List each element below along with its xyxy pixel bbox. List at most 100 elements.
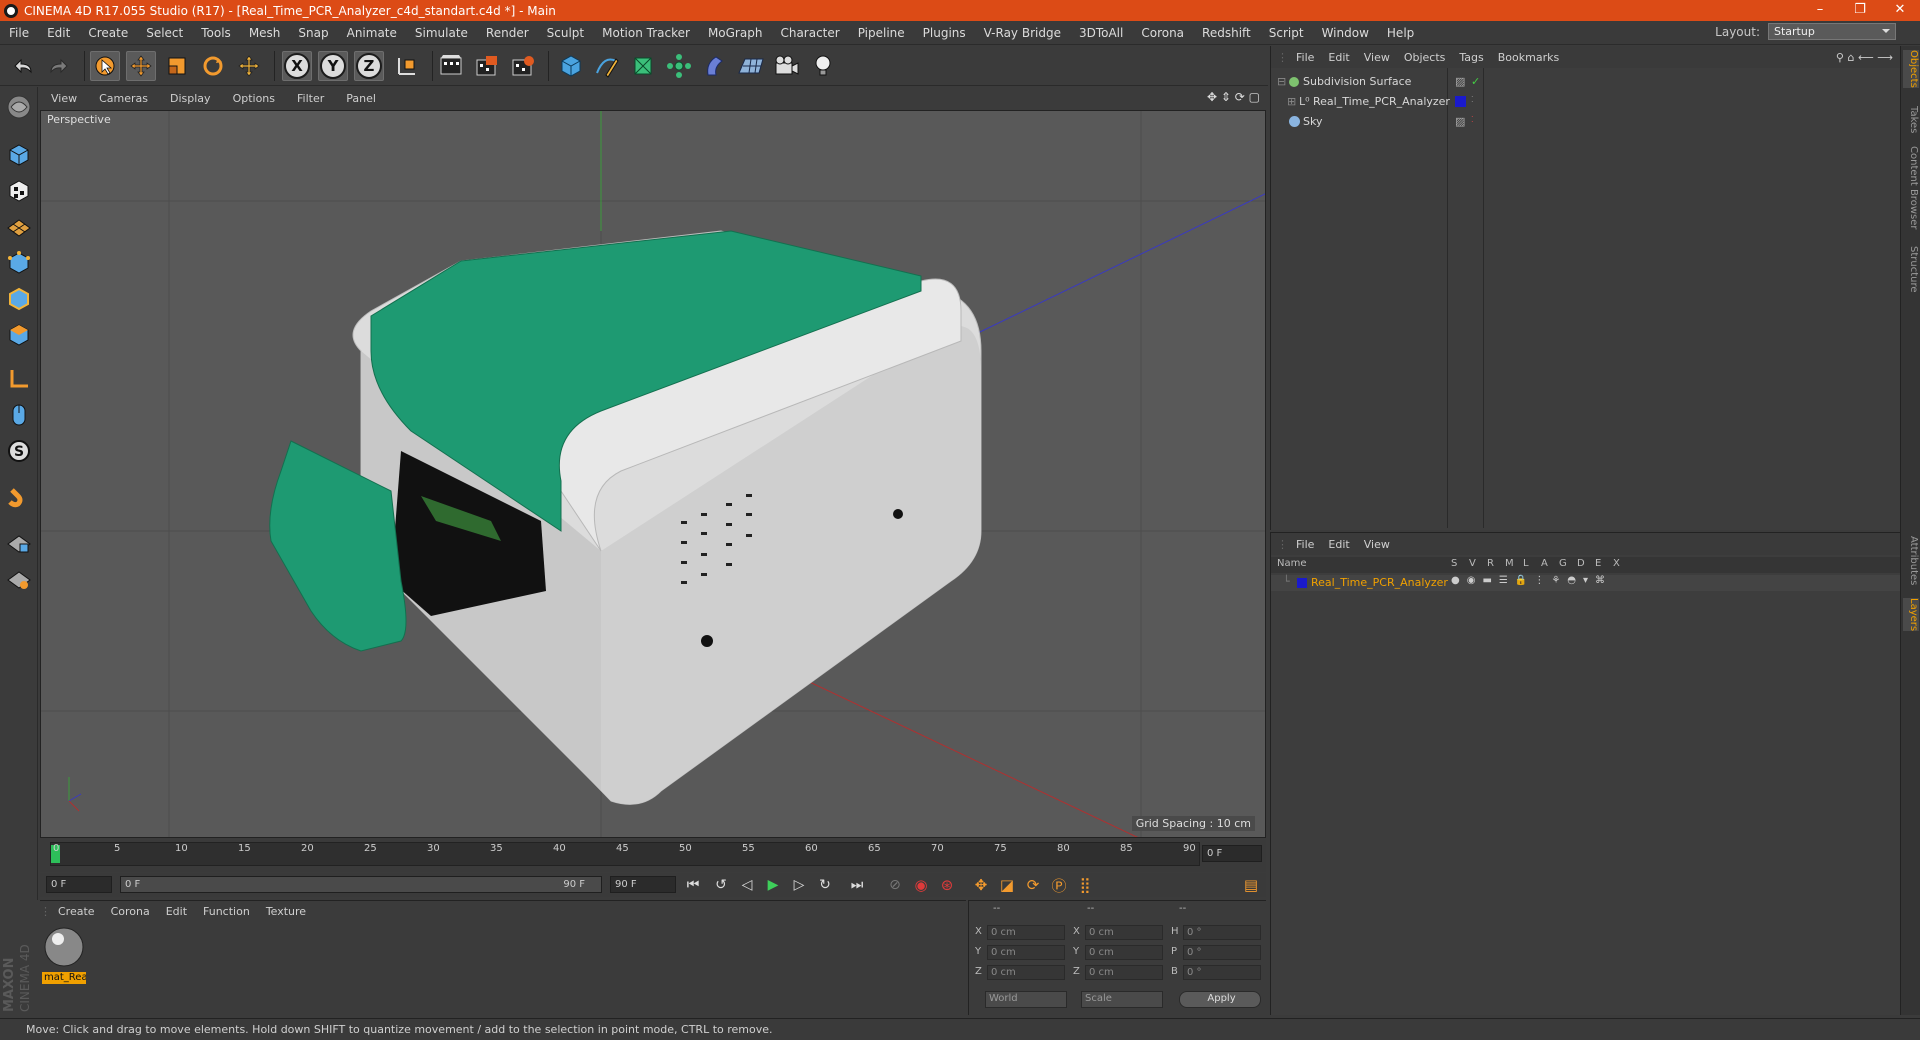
menu-help[interactable]: Help [1378,26,1423,40]
y-axis-lock-button[interactable]: Y [318,51,348,81]
tab-objects[interactable]: Objects [1903,50,1919,88]
layer-col-animation[interactable]: A [1541,558,1548,569]
menu-render[interactable]: Render [477,26,538,40]
redo-icon[interactable] [44,51,74,81]
restore-button[interactable]: ❐ [1840,0,1880,21]
snap-icon[interactable]: S [3,435,35,467]
key-parameter-icon[interactable]: Ⓟ [1048,875,1070,895]
render-picture-viewer-icon[interactable] [472,51,502,81]
size-y-field[interactable]: 0 cm [1085,945,1163,960]
record-keys-icon[interactable]: ◉ [910,875,932,895]
step-back-icon[interactable]: ◁ [736,875,758,895]
close-button[interactable]: ✕ [1880,0,1920,21]
layer-color-swatch[interactable] [1297,578,1307,588]
render-settings-icon[interactable] [508,51,538,81]
scale-tool-icon[interactable] [162,51,192,81]
go-to-end-icon[interactable]: ⏭ [846,875,868,895]
key-scale-icon[interactable]: ◪ [996,875,1018,895]
enabled-check-icon[interactable]: ✓ [1471,75,1480,88]
obj-menu-objects[interactable]: Objects [1397,51,1453,64]
obj-menu-edit[interactable]: Edit [1321,51,1356,64]
array-mograph-icon[interactable] [664,51,694,81]
layout-dropdown[interactable]: Startup [1768,23,1896,40]
edges-mode-icon[interactable] [3,283,35,315]
visibility-dots-icon[interactable]: ⁚ [1471,95,1474,104]
x-axis-lock-button[interactable]: X [282,51,312,81]
layer-col-solo[interactable]: S [1451,558,1457,569]
menu-mograph[interactable]: MoGraph [699,26,772,40]
menu-mesh[interactable]: Mesh [240,26,290,40]
floor-grid-icon[interactable] [736,51,766,81]
workplane-mode-icon[interactable] [3,209,35,241]
next-key-icon[interactable]: ↻ [814,875,836,895]
material-menu-create[interactable]: Create [50,905,103,918]
material-menu-corona[interactable]: Corona [103,905,158,918]
texture-mode-icon[interactable] [3,175,35,207]
planar-workplane-icon[interactable] [3,563,35,595]
magnet-icon[interactable] [3,481,35,513]
obj-manager-nav-icons[interactable]: ⚲ ⌂ ⟵ ⟶ [1836,51,1893,64]
menu-vray-bridge[interactable]: V-Ray Bridge [975,26,1070,40]
visibility-toggle-icon[interactable]: ▨ [1455,115,1465,128]
menu-window[interactable]: Window [1313,26,1378,40]
points-mode-icon[interactable] [3,247,35,279]
light-object-icon[interactable] [808,51,838,81]
axis-mode-icon[interactable] [3,363,35,395]
3d-viewport[interactable]: Perspective Grid Spacing : 10 cm [40,110,1266,838]
render-view-icon[interactable] [436,51,466,81]
tab-layers[interactable]: Layers [1903,598,1919,632]
spline-pen-icon[interactable] [592,51,622,81]
layer-col-view[interactable]: V [1469,558,1476,569]
tab-attributes[interactable]: Attributes [1903,536,1919,585]
layer-row[interactable]: └ Real_Time_PCR_Analyzer ●◉▬☰🔒⋮⚘◓▾⌘ [1271,575,1901,591]
obj-menu-tags[interactable]: Tags [1452,51,1490,64]
size-z-field[interactable]: 0 cm [1085,965,1163,980]
material-menu-function[interactable]: Function [195,905,258,918]
key-pla-icon[interactable]: ⣿ [1074,875,1096,895]
model-mode-icon[interactable] [3,139,35,171]
deformer-bend-icon[interactable] [700,51,730,81]
viewport-menu-cameras[interactable]: Cameras [88,92,159,105]
make-editable-icon[interactable] [3,91,35,123]
menu-snap[interactable]: Snap [289,26,337,40]
layer-col-deformers[interactable]: D [1577,558,1585,569]
locked-workplane-icon[interactable] [3,527,35,559]
layer-col-manager[interactable]: M [1505,558,1514,569]
record-disabled-icon[interactable]: ⊘ [884,875,906,895]
apply-button[interactable]: Apply [1179,991,1261,1008]
viewport-menu-filter[interactable]: Filter [286,92,335,105]
coordinate-system-icon[interactable] [392,51,422,81]
layer-col-render[interactable]: R [1487,558,1494,569]
menu-sculpt[interactable]: Sculpt [538,26,593,40]
select-arrow-icon[interactable] [90,51,120,81]
viewport-nav-icons[interactable]: ✥ ⇕ ⟳ ▢ [1207,90,1260,104]
menu-create[interactable]: Create [79,26,137,40]
start-frame-field[interactable]: 0 F [46,876,112,893]
camera-object-icon[interactable] [772,51,802,81]
object-row[interactable]: ⊞ L⁰ Real_Time_PCR_Analyzer ⁚ [1271,92,1901,112]
menu-motion-tracker[interactable]: Motion Tracker [593,26,699,40]
layer-toggle-icons[interactable]: ●◉▬☰🔒⋮⚘◓▾⌘ [1451,575,1612,586]
frame-range-slider[interactable]: 0 F 90 F [120,876,602,893]
obj-menu-bookmarks[interactable]: Bookmarks [1491,51,1566,64]
layer-col-xrefs[interactable]: X [1613,558,1620,569]
layer-color-swatch[interactable] [1455,96,1466,107]
layer-menu-edit[interactable]: Edit [1321,538,1356,551]
menu-plugins[interactable]: Plugins [914,26,975,40]
key-position-icon[interactable]: ✥ [970,875,992,895]
object-row[interactable]: Sky ▨ ⁚ [1271,112,1901,132]
play-icon[interactable]: ▶ [762,875,784,895]
menu-animate[interactable]: Animate [338,26,406,40]
layer-col-expressions[interactable]: E [1595,558,1601,569]
viewport-menu-panel[interactable]: Panel [335,92,387,105]
cube-object-icon[interactable] [556,51,586,81]
layer-menu-file[interactable]: File [1289,538,1321,551]
obj-menu-view[interactable]: View [1357,51,1397,64]
rotation-h-field[interactable]: 0 ° [1183,925,1261,940]
menu-pipeline[interactable]: Pipeline [849,26,914,40]
tab-structure[interactable]: Structure [1903,246,1919,293]
transform-tool-icon[interactable] [234,51,264,81]
end-frame-field[interactable]: 90 F [610,876,676,893]
viewport-menu-options[interactable]: Options [222,92,286,105]
layer-col-locked[interactable]: L [1523,558,1529,569]
